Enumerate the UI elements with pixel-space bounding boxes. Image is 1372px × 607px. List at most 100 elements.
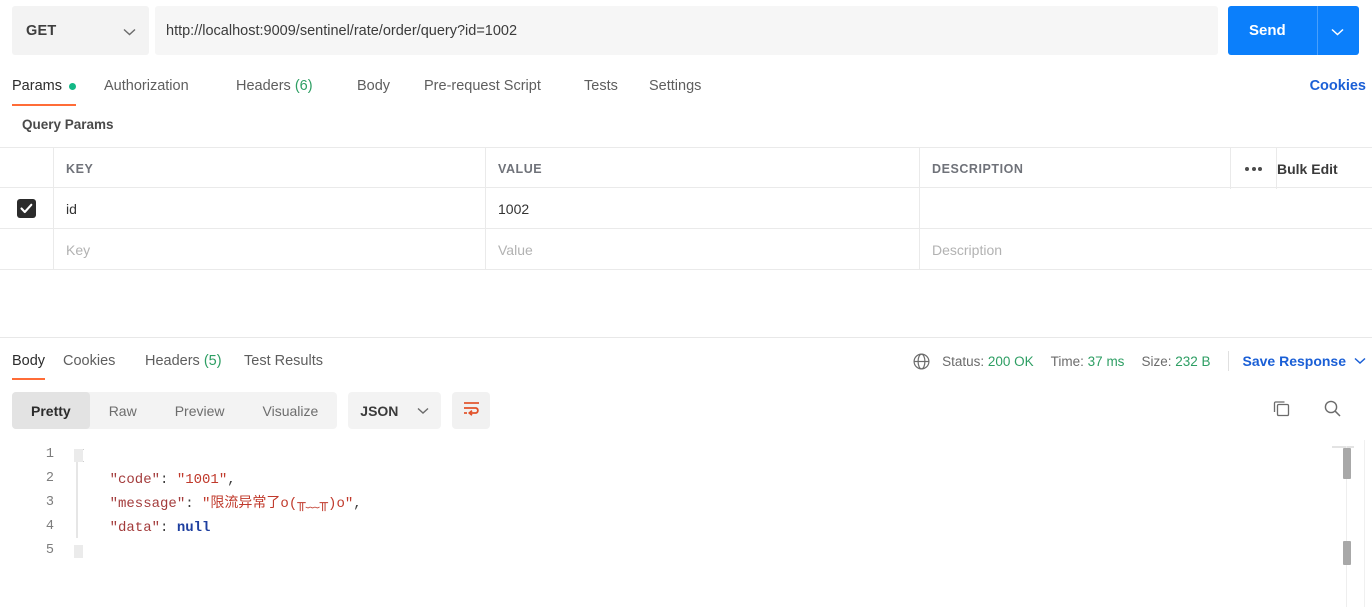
new-row-key-input[interactable]: Key — [54, 229, 486, 270]
line-number: 1 — [45, 447, 54, 462]
code-token: : — [160, 472, 177, 488]
query-params-table: KEY VALUE DESCRIPTION Bulk Edit id 1002 — [0, 147, 1372, 270]
response-tab-test-results[interactable]: Test Results — [244, 342, 323, 380]
code-line: "code": "1001", — [76, 468, 236, 492]
code-fold-marker[interactable] — [74, 545, 83, 558]
active-tab-underline — [12, 103, 76, 106]
code-fold-marker[interactable] — [74, 449, 83, 462]
tab-authorization[interactable]: Authorization — [104, 66, 189, 106]
bulk-edit-label: Bulk Edit — [1277, 160, 1338, 177]
tab-pre-request-script-label: Pre-request Script — [424, 78, 541, 94]
header-key-cell: KEY — [54, 148, 486, 189]
code-token: : — [185, 496, 203, 512]
code-token: , — [227, 472, 236, 488]
save-response-button[interactable]: Save Response — [1243, 353, 1367, 369]
response-action-buttons — [1272, 392, 1342, 429]
code-token: "code" — [76, 472, 161, 488]
row-value-value: 1002 — [498, 200, 530, 217]
new-row-description-input[interactable]: Description — [920, 229, 1372, 270]
new-row-description-placeholder: Description — [932, 241, 1003, 258]
response-format-toolbar: Pretty Raw Preview Visualize JSON — [12, 392, 491, 429]
cookies-link[interactable]: Cookies — [1310, 66, 1366, 106]
view-mode-preview[interactable]: Preview — [156, 392, 244, 429]
size-label: Size: — [1141, 353, 1172, 369]
page-scrollbar-track[interactable] — [1364, 440, 1365, 607]
status-info: Status: 200 OK — [942, 354, 1034, 369]
size-info: Size: 232 B — [1141, 354, 1210, 369]
response-tab-cookies[interactable]: Cookies — [63, 342, 115, 380]
view-mode-pretty[interactable]: Pretty — [12, 392, 90, 429]
request-tab-bar: Params Authorization Headers (6) Body Pr… — [0, 66, 1372, 106]
line-number: 2 — [45, 471, 54, 486]
more-options-icon[interactable] — [1245, 166, 1262, 171]
language-label: JSON — [360, 402, 399, 419]
tab-body[interactable]: Body — [357, 66, 390, 106]
column-header-value: VALUE — [498, 161, 543, 176]
copy-icon — [1272, 399, 1291, 423]
chevron-down-icon[interactable] — [1331, 23, 1344, 41]
time-value: 37 ms — [1087, 353, 1125, 369]
language-selector[interactable]: JSON — [348, 392, 442, 429]
tab-tests[interactable]: Tests — [584, 66, 618, 106]
search-button[interactable] — [1323, 399, 1342, 423]
table-row-new: Key Value Description — [0, 229, 1372, 270]
code-token: , — [353, 496, 362, 512]
http-method-label: GET — [26, 22, 57, 39]
more-options-cell[interactable] — [1231, 148, 1277, 189]
request-url-input[interactable]: http://localhost:9009/sentinel/rate/orde… — [155, 6, 1218, 55]
request-url-text: http://localhost:9009/sentinel/rate/orde… — [166, 22, 518, 39]
meta-divider — [1227, 351, 1229, 371]
code-token: "限流异常了o(╥﹏╥)o" — [202, 496, 354, 512]
copy-button[interactable] — [1272, 399, 1291, 423]
send-button[interactable]: Send — [1228, 6, 1359, 55]
response-separator — [0, 337, 1372, 338]
active-response-tab-underline — [12, 377, 46, 380]
response-meta-bar: Status: 200 OK Time: 37 ms Size: 232 B S… — [913, 342, 1366, 380]
tab-params[interactable]: Params — [12, 66, 76, 106]
response-tab-headers[interactable]: Headers (5) — [145, 342, 222, 380]
row-description-input[interactable] — [920, 188, 1372, 229]
http-method-selector[interactable]: GET — [12, 6, 149, 55]
code-token: : — [160, 520, 177, 536]
column-header-description: DESCRIPTION — [932, 161, 1024, 176]
body-scrollbar-thumb[interactable] — [1343, 448, 1351, 479]
tab-headers[interactable]: Headers (6) — [236, 66, 313, 106]
send-button-label: Send — [1249, 22, 1286, 39]
row-enabled-checkbox[interactable] — [17, 199, 36, 218]
new-row-checkbox-cell[interactable] — [0, 229, 54, 270]
chevron-down-icon — [123, 23, 136, 41]
row-checkbox-cell[interactable] — [0, 188, 54, 229]
tab-pre-request-script[interactable]: Pre-request Script — [424, 66, 541, 106]
tab-settings[interactable]: Settings — [649, 66, 701, 106]
row-key-input[interactable]: id — [54, 188, 486, 229]
tab-authorization-label: Authorization — [104, 78, 189, 94]
view-mode-group: Pretty Raw Preview Visualize — [12, 392, 338, 429]
size-value: 232 B — [1175, 353, 1211, 369]
line-number: 5 — [45, 543, 54, 558]
new-row-value-input[interactable]: Value — [486, 229, 920, 270]
response-tab-headers-label: Headers — [145, 353, 200, 369]
row-key-value: id — [66, 200, 77, 217]
wrap-text-icon — [462, 400, 481, 421]
response-tab-body-label: Body — [12, 353, 46, 369]
response-tab-body[interactable]: Body — [12, 342, 46, 380]
response-body-viewer[interactable]: 12345 { "code": "1001", "message": "限流异常… — [0, 440, 1372, 607]
wrap-text-button[interactable] — [452, 392, 491, 429]
search-icon — [1323, 399, 1342, 423]
response-tab-test-results-label: Test Results — [244, 353, 323, 369]
bulk-edit-button[interactable]: Bulk Edit — [1277, 148, 1372, 189]
code-token: "message" — [76, 496, 186, 512]
time-info: Time: 37 ms — [1051, 354, 1125, 369]
code-line: "data": null — [76, 516, 211, 540]
view-mode-raw[interactable]: Raw — [90, 392, 156, 429]
code-token: "data" — [76, 520, 161, 536]
page-scrollbar-thumb[interactable] — [1343, 541, 1351, 565]
tab-tests-label: Tests — [584, 78, 618, 94]
view-mode-visualize[interactable]: Visualize — [244, 392, 338, 429]
response-tab-cookies-label: Cookies — [63, 353, 116, 369]
time-label: Time: — [1050, 353, 1084, 369]
request-url-bar: GET http://localhost:9009/sentinel/rate/… — [0, 0, 1372, 60]
new-row-key-placeholder: Key — [66, 241, 91, 258]
line-number: 3 — [45, 495, 54, 510]
row-value-input[interactable]: 1002 — [486, 188, 920, 229]
